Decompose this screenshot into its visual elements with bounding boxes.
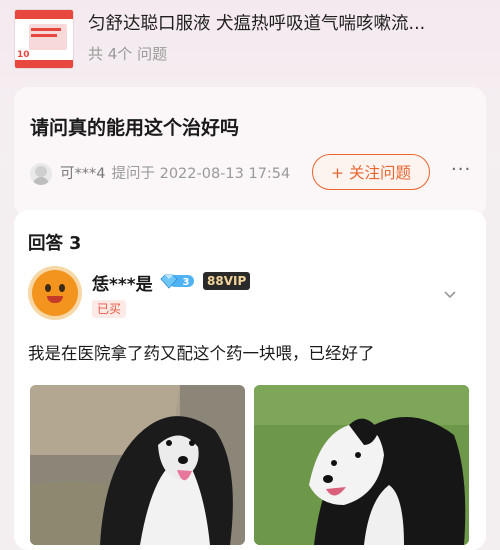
answer-text: 我是在医院拿了药又配这个药一块喂，已经好了 xyxy=(28,344,375,363)
diamond-level-icon: 3 xyxy=(160,274,194,289)
product-thumbnail[interactable]: 10 xyxy=(14,9,74,69)
bought-tag: 已买 xyxy=(92,300,127,318)
question-title: 请问真的能用这个治好吗 xyxy=(30,117,240,139)
answers-heading: 回答 3 xyxy=(28,234,82,254)
vip-badge: 88VIP xyxy=(203,272,251,290)
asker-avatar[interactable] xyxy=(30,163,52,185)
answerer-name[interactable]: 恁***是 xyxy=(92,270,153,295)
product-thumbnail-badge: 10 xyxy=(17,50,30,60)
answerer-avatar[interactable] xyxy=(28,266,82,320)
more-options-icon[interactable]: ··· xyxy=(451,159,471,180)
question-card: 请问真的能用这个治好吗 可***4 提问于 2022-08-13 17:54 + … xyxy=(14,87,486,217)
chevron-down-icon[interactable] xyxy=(444,288,456,300)
question-count: 共 4个 问题 xyxy=(88,45,168,63)
answer-photo-2[interactable] xyxy=(254,385,469,545)
diamond-level-value: 3 xyxy=(183,277,190,288)
answers-card: 回答 3 恁***是 3 88VIP 已买 我是在医院拿了药又配这个药一块喂，已… xyxy=(14,210,486,550)
product-header[interactable]: 10 匀舒达聪口服液 犬瘟热呼吸道气喘咳嗽流... 共 4个 问题 xyxy=(14,9,486,69)
product-title[interactable]: 匀舒达聪口服液 犬瘟热呼吸道气喘咳嗽流... xyxy=(88,11,488,37)
follow-question-button[interactable]: + 关注问题 xyxy=(312,154,430,190)
asker-name: 可***4 xyxy=(60,166,106,182)
answer-photo-1[interactable] xyxy=(30,385,245,545)
asked-time: 提问于 2022-08-13 17:54 xyxy=(111,166,291,182)
asker-meta: 可***4 提问于 2022-08-13 17:54 xyxy=(60,163,290,185)
